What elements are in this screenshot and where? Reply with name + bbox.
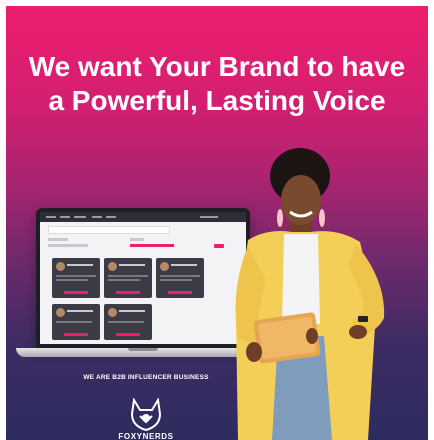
tagline: WE ARE B2B INFLUENCER BUSINESS (83, 374, 209, 381)
headline: We want Your Brand to have a Powerful, L… (6, 50, 428, 118)
app-searchbar (48, 226, 170, 234)
app-card (104, 304, 152, 340)
fox-head-logo-icon (130, 398, 162, 432)
page: We want Your Brand to have a Powerful, L… (0, 0, 434, 440)
brand-name: FOXYNERDS (118, 432, 174, 440)
headline-line-1: We want Your Brand to have (28, 51, 406, 82)
promo-banner: We want Your Brand to have a Powerful, L… (6, 6, 428, 440)
woman-holding-tablet-illustration (235, 148, 385, 440)
app-card (52, 258, 100, 298)
app-card (156, 258, 204, 298)
headline-line-2: a Powerful, Lasting Voice (48, 85, 386, 116)
app-card (104, 258, 152, 298)
app-card (52, 304, 100, 340)
